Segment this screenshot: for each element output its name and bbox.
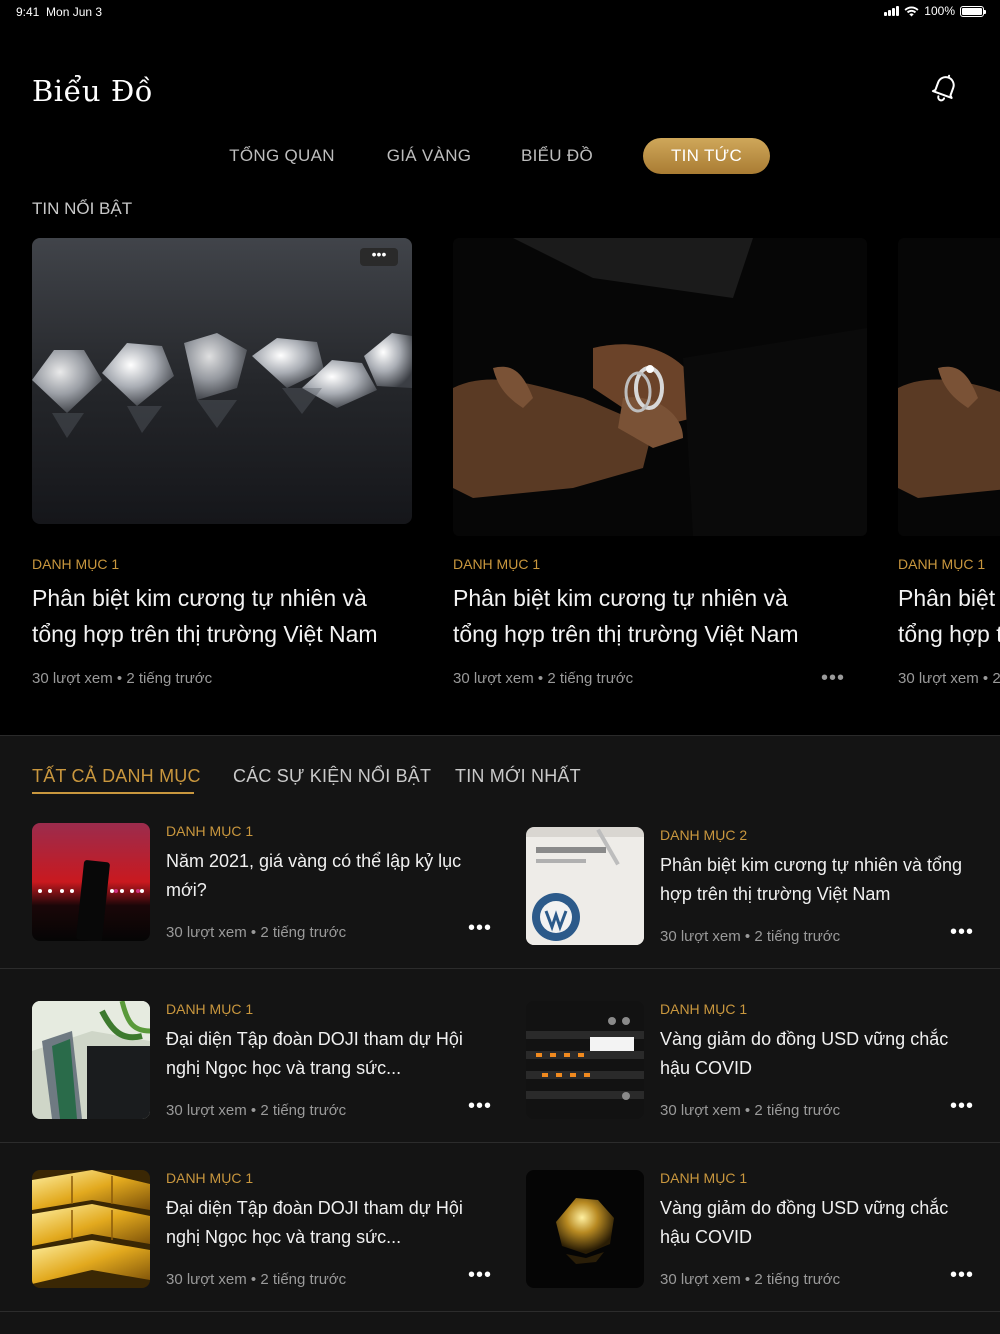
featured-more-button[interactable]: ••• — [360, 247, 398, 266]
featured-meta: 30 lượt xem • 2 tiếng trước — [453, 670, 634, 687]
news-meta: 30 lượt xem • 2 tiếng trước — [660, 928, 841, 945]
battery-icon — [960, 5, 986, 17]
news-category: DANH MỤC 1 — [166, 1001, 254, 1017]
news-title[interactable]: Đại diện Tập đoàn DOJI tham dự Hội nghị … — [166, 1025, 476, 1083]
featured-title[interactable]: Phân biệt kim cương tự nhiên và tổng hợp… — [453, 580, 853, 652]
row-divider — [0, 1142, 1000, 1143]
featured-category: DANH MỤC 1 — [32, 556, 120, 572]
featured-title-line: tổng hợp trên thị trường Việt Nam — [32, 621, 378, 647]
featured-card[interactable]: ••• DANH MỤC 1 Phân biệt kim cương tự nh… — [32, 238, 424, 708]
news-item[interactable]: DANH MỤC 1 Đại diện Tập đoàn DOJI tham d… — [32, 1001, 492, 1131]
news-more-button[interactable]: ••• — [950, 1096, 974, 1116]
bell-icon[interactable] — [928, 70, 962, 104]
featured-title-line: Phân biệt kim cương tự nhiên và — [32, 585, 367, 611]
featured-image-ring — [453, 238, 867, 536]
news-meta: 30 lượt xem • 2 tiếng trước — [660, 1271, 841, 1288]
news-title[interactable]: Phân biệt kim cương tự nhiên và tổng hợp… — [660, 851, 976, 909]
featured-title[interactable]: Phân biệt kim cương tự nhiên và tổng hợp… — [898, 580, 1000, 652]
active-tab-underline — [32, 792, 194, 794]
news-more-button[interactable]: ••• — [468, 1096, 492, 1116]
news-more-button[interactable]: ••• — [950, 1265, 974, 1285]
signal-icon — [884, 6, 900, 16]
news-more-button[interactable]: ••• — [468, 1265, 492, 1285]
featured-meta: 30 lượt xem • 2 tiếng trước — [32, 670, 213, 687]
row-divider — [0, 968, 1000, 969]
news-item[interactable]: DANH MỤC 1 Vàng giảm do đồng USD vững ch… — [526, 1170, 976, 1300]
status-clock: 9:41 — [16, 5, 40, 19]
news-meta: 30 lượt xem • 2 tiếng trước — [660, 1102, 841, 1119]
battery-percent: 100% — [924, 4, 955, 18]
news-category: DANH MỤC 1 — [660, 1170, 748, 1186]
wifi-icon — [904, 6, 919, 16]
news-title[interactable]: Vàng giảm do đồng USD vững chắc hậu COVI… — [660, 1025, 970, 1083]
news-more-button[interactable]: ••• — [468, 918, 492, 938]
main-tabs: TỔNG QUAN GIÁ VÀNG BIỂU ĐỒ TIN TỨC — [0, 138, 1000, 176]
news-category: DANH MỤC 2 — [660, 827, 748, 843]
news-item[interactable]: DANH MỤC 1 Đại diện Tập đoàn DOJI tham d… — [32, 1170, 492, 1300]
row-divider — [0, 1311, 1000, 1312]
status-date: Mon Jun 3 — [46, 5, 103, 19]
news-thumbnail — [526, 1001, 644, 1119]
page-title: Biểu Đồ — [32, 74, 153, 108]
news-title[interactable]: Vàng giảm do đồng USD vững chắc hậu COVI… — [660, 1194, 970, 1252]
featured-section-title: TIN NỔI BẬT — [32, 199, 133, 218]
status-indicators: 100% — [884, 4, 986, 18]
news-meta: 30 lượt xem • 2 tiếng trước — [166, 924, 347, 941]
featured-category: DANH MỤC 1 — [453, 556, 541, 572]
featured-title-line: Phân biệt kim cương tự nhiên và — [453, 585, 788, 611]
news-title[interactable]: Năm 2021, giá vàng có thể lập kỷ lục mới… — [166, 847, 476, 905]
news-thumbnail — [526, 1170, 644, 1288]
featured-title-line: tổng hợp trên thị trường Việt Nam — [898, 621, 1000, 647]
news-item[interactable]: DANH MỤC 1 Vàng giảm do đồng USD vững ch… — [526, 1001, 976, 1131]
tab-chart[interactable]: BIỂU ĐỒ — [514, 138, 600, 174]
news-meta: 30 lượt xem • 2 tiếng trước — [166, 1271, 347, 1288]
tab-latest-news[interactable]: TIN MỚI NHẤT — [455, 766, 581, 787]
featured-carousel[interactable]: ••• DANH MỤC 1 Phân biệt kim cương tự nh… — [0, 238, 1000, 708]
featured-title[interactable]: Phân biệt kim cương tự nhiên và tổng hợp… — [32, 580, 432, 652]
news-item[interactable]: DANH MỤC 1 Năm 2021, giá vàng có thể lập… — [32, 823, 492, 953]
tab-overview[interactable]: TỔNG QUAN — [222, 138, 342, 174]
featured-card[interactable]: DANH MỤC 1 Phân biệt kim cương tự nhiên … — [898, 238, 1000, 708]
tab-news[interactable]: TIN TỨC — [643, 138, 770, 174]
tab-featured-events[interactable]: CÁC SỰ KIỆN NỔI BẬT — [233, 766, 431, 787]
tab-all-categories[interactable]: TẤT CẢ DANH MỤC — [32, 766, 201, 787]
news-category: DANH MỤC 1 — [166, 1170, 254, 1186]
news-category: DANH MỤC 1 — [166, 823, 254, 839]
status-bar: 9:41 Mon Jun 3 100% — [0, 0, 1000, 24]
featured-category: DANH MỤC 1 — [898, 556, 986, 572]
news-item[interactable]: DANH MỤC 2 Phân biệt kim cương tự nhiên … — [526, 827, 976, 957]
news-thumbnail — [32, 1001, 150, 1119]
featured-meta: 30 lượt xem • 2 tiếng trước — [898, 670, 1000, 687]
news-panel: TẤT CẢ DANH MỤC CÁC SỰ KIỆN NỔI BẬT TIN … — [0, 735, 1000, 1334]
featured-title-line: Phân biệt kim cương tự nhiên và — [898, 585, 1000, 611]
news-meta: 30 lượt xem • 2 tiếng trước — [166, 1102, 347, 1119]
featured-image-diamonds: ••• — [32, 238, 412, 524]
news-category: DANH MỤC 1 — [660, 1001, 748, 1017]
tab-gold-price[interactable]: GIÁ VÀNG — [378, 138, 480, 174]
status-time: 9:41 Mon Jun 3 — [16, 5, 102, 19]
news-thumbnail — [526, 827, 644, 945]
featured-image-ring — [898, 238, 1000, 536]
featured-more-button[interactable]: ••• — [821, 668, 845, 688]
featured-title-line: tổng hợp trên thị trường Việt Nam — [453, 621, 799, 647]
featured-card[interactable]: DANH MỤC 1 Phân biệt kim cương tự nhiên … — [453, 238, 867, 708]
news-more-button[interactable]: ••• — [950, 922, 974, 942]
news-thumbnail — [32, 823, 150, 941]
news-title[interactable]: Đại diện Tập đoàn DOJI tham dự Hội nghị … — [166, 1194, 476, 1252]
news-thumbnail — [32, 1170, 150, 1288]
category-tabs: TẤT CẢ DANH MỤC CÁC SỰ KIỆN NỔI BẬT TIN … — [0, 766, 1000, 796]
